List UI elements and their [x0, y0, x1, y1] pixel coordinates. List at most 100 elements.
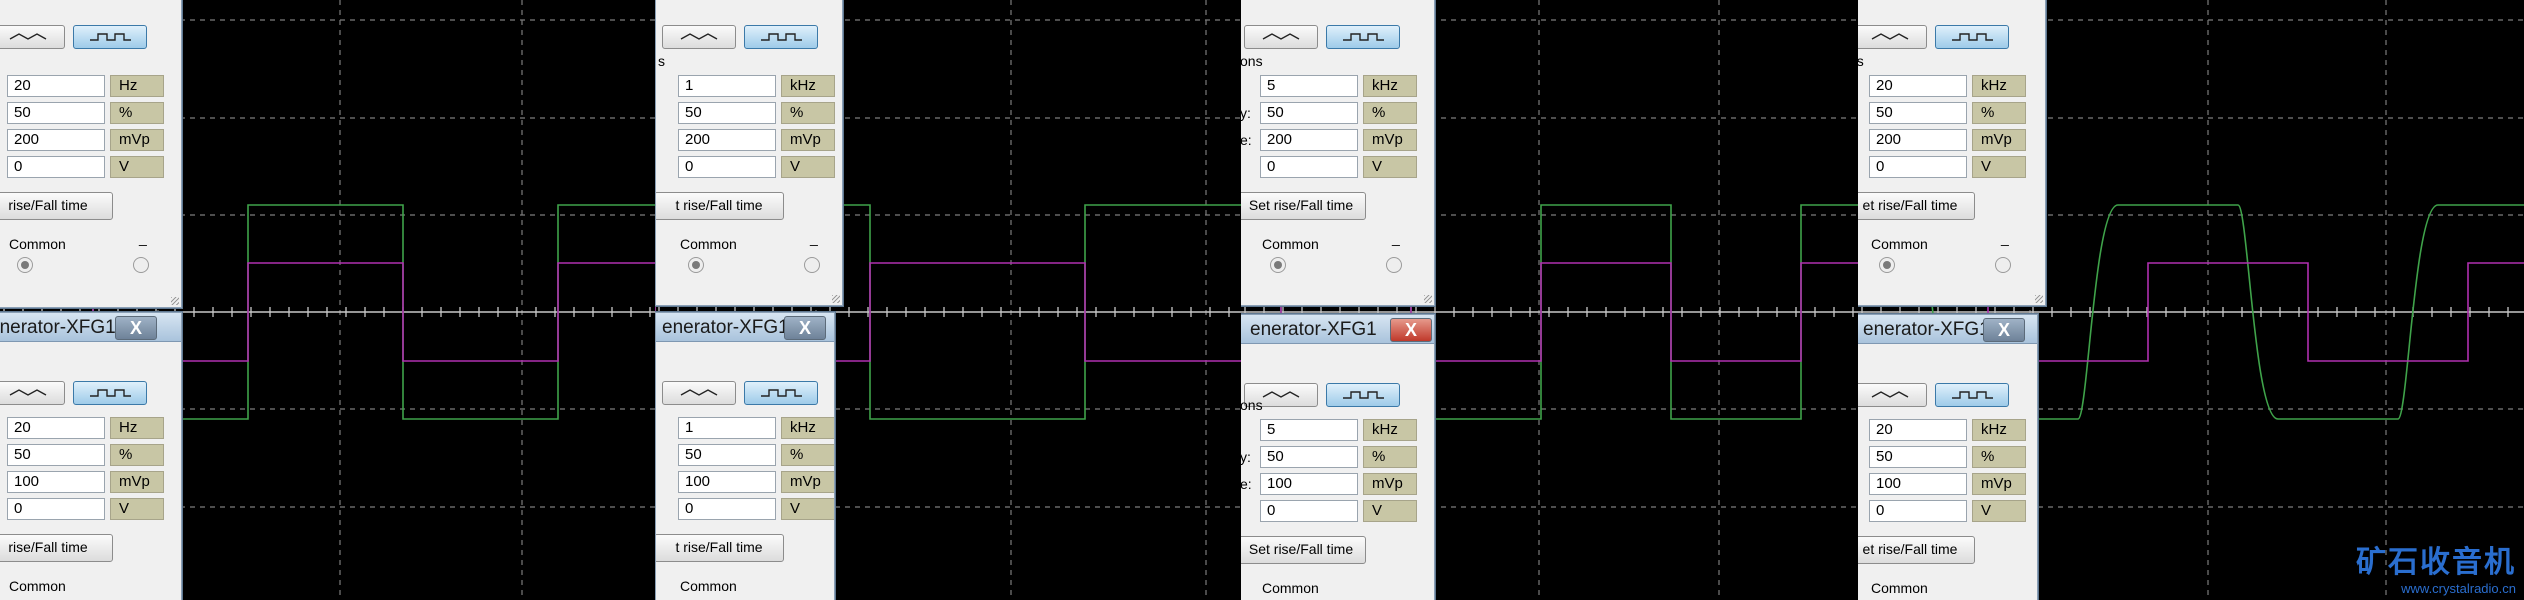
triangle-wave-button[interactable] [0, 25, 65, 49]
frequency-field[interactable]: 20 [1869, 419, 1967, 441]
square-wave-button[interactable] [744, 381, 818, 405]
frequency-unit-select[interactable]: kHz [1972, 419, 2026, 441]
duty-unit-select[interactable]: % [1363, 102, 1417, 124]
duty-cycle-field[interactable]: 50 [1869, 102, 1967, 124]
frequency-field[interactable]: 20 [7, 75, 105, 97]
common-terminal-radio[interactable] [1879, 257, 1895, 273]
set-rise-fall-time-button[interactable]: t rise/Fall time [656, 192, 784, 220]
amplitude-unit-select[interactable]: mVp [1363, 473, 1417, 495]
duty-unit-select[interactable]: % [781, 444, 834, 466]
frequency-unit-select[interactable]: kHz [1363, 419, 1417, 441]
offset-unit-select[interactable]: V [110, 156, 164, 178]
frequency-unit-select[interactable]: kHz [1972, 75, 2026, 97]
square-wave-button[interactable] [1935, 383, 2009, 407]
frequency-unit-select[interactable]: Hz [110, 417, 164, 439]
square-wave-button[interactable] [1326, 383, 1400, 407]
amplitude-field[interactable]: 100 [1869, 473, 1967, 495]
set-rise-fall-time-button[interactable]: et rise/Fall time [1858, 192, 1975, 220]
window-titlebar[interactable]: enerator-XFG1 X [0, 313, 181, 342]
set-rise-fall-time-button[interactable]: rise/Fall time [0, 192, 113, 220]
triangle-wave-button[interactable] [0, 381, 65, 405]
duty-cycle-field[interactable]: 50 [7, 102, 105, 124]
offset-unit-select[interactable]: V [1972, 500, 2026, 522]
amplitude-field[interactable]: 200 [7, 129, 105, 151]
offset-unit-select[interactable]: V [1363, 500, 1417, 522]
offset-unit-select[interactable]: V [1363, 156, 1417, 178]
duty-cycle-field[interactable]: 50 [7, 444, 105, 466]
amplitude-field[interactable]: 100 [7, 471, 105, 493]
offset-unit-select[interactable]: V [781, 156, 835, 178]
duty-unit-select[interactable]: % [1972, 446, 2026, 468]
offset-field[interactable]: 0 [1260, 500, 1358, 522]
common-terminal-radio[interactable] [17, 257, 33, 273]
amplitude-unit-select[interactable]: mVp [781, 129, 835, 151]
set-rise-fall-time-button[interactable]: rise/Fall time [0, 534, 113, 562]
amplitude-field[interactable]: 200 [678, 129, 776, 151]
frequency-unit-select[interactable]: kHz [781, 417, 834, 439]
close-button[interactable]: X [784, 316, 826, 340]
minus-terminal-radio[interactable] [133, 257, 149, 273]
triangle-wave-button[interactable] [1858, 25, 1927, 49]
resize-grip[interactable] [832, 295, 840, 303]
set-rise-fall-time-button[interactable]: Set rise/Fall time [1241, 536, 1366, 564]
minus-terminal-radio[interactable] [1995, 257, 2011, 273]
minus-terminal-radio[interactable] [1386, 257, 1402, 273]
amplitude-field[interactable]: 200 [1260, 129, 1358, 151]
set-rise-fall-time-button[interactable]: t rise/Fall time [656, 534, 784, 562]
duty-cycle-field[interactable]: 50 [1260, 102, 1358, 124]
resize-grip[interactable] [1424, 295, 1432, 303]
set-rise-fall-time-button[interactable]: Set rise/Fall time [1241, 192, 1366, 220]
amplitude-field[interactable]: 100 [678, 471, 776, 493]
duty-unit-select[interactable]: % [110, 444, 164, 466]
duty-cycle-field[interactable]: 50 [678, 444, 776, 466]
offset-field[interactable]: 0 [1869, 156, 1967, 178]
duty-cycle-field[interactable]: 50 [1260, 446, 1358, 468]
amplitude-unit-select[interactable]: mVp [110, 471, 164, 493]
set-rise-fall-time-button[interactable]: et rise/Fall time [1858, 536, 1975, 564]
frequency-unit-select[interactable]: kHz [1363, 75, 1417, 97]
frequency-field[interactable]: 20 [1869, 75, 1967, 97]
amplitude-unit-select[interactable]: mVp [1363, 129, 1417, 151]
offset-field[interactable]: 0 [678, 498, 776, 520]
duty-unit-select[interactable]: % [781, 102, 835, 124]
triangle-wave-button[interactable] [1858, 383, 1927, 407]
window-titlebar[interactable]: enerator-XFG1 X [656, 313, 834, 342]
offset-unit-select[interactable]: V [110, 498, 164, 520]
offset-field[interactable]: 0 [7, 498, 105, 520]
offset-field[interactable]: 0 [7, 156, 105, 178]
amplitude-field[interactable]: 200 [1869, 129, 1967, 151]
amplitude-field[interactable]: 100 [1260, 473, 1358, 495]
close-button[interactable]: X [115, 316, 157, 340]
resize-grip[interactable] [171, 297, 179, 305]
square-wave-button[interactable] [1326, 25, 1400, 49]
offset-field[interactable]: 0 [1260, 156, 1358, 178]
offset-field[interactable]: 0 [678, 156, 776, 178]
square-wave-button[interactable] [1935, 25, 2009, 49]
amplitude-unit-select[interactable]: mVp [110, 129, 164, 151]
triangle-wave-button[interactable] [662, 381, 736, 405]
close-button[interactable]: X [1390, 318, 1432, 342]
amplitude-unit-select[interactable]: mVp [1972, 473, 2026, 495]
offset-unit-select[interactable]: V [1972, 156, 2026, 178]
duty-unit-select[interactable]: % [1363, 446, 1417, 468]
offset-unit-select[interactable]: V [781, 498, 834, 520]
amplitude-unit-select[interactable]: mVp [781, 471, 834, 493]
common-terminal-radio[interactable] [688, 257, 704, 273]
minus-terminal-radio[interactable] [804, 257, 820, 273]
triangle-wave-button[interactable] [662, 25, 736, 49]
close-button[interactable]: X [1983, 318, 2025, 342]
square-wave-button[interactable] [73, 381, 147, 405]
amplitude-unit-select[interactable]: mVp [1972, 129, 2026, 151]
frequency-field[interactable]: 5 [1260, 419, 1358, 441]
duty-unit-select[interactable]: % [1972, 102, 2026, 124]
frequency-field[interactable]: 5 [1260, 75, 1358, 97]
frequency-field[interactable]: 1 [678, 75, 776, 97]
frequency-field[interactable]: 1 [678, 417, 776, 439]
window-titlebar[interactable]: enerator-XFG1 X [1858, 315, 2037, 344]
frequency-unit-select[interactable]: kHz [781, 75, 835, 97]
offset-field[interactable]: 0 [1869, 500, 1967, 522]
duty-cycle-field[interactable]: 50 [1869, 446, 1967, 468]
triangle-wave-button[interactable] [1244, 25, 1318, 49]
resize-grip[interactable] [2035, 295, 2043, 303]
frequency-field[interactable]: 20 [7, 417, 105, 439]
